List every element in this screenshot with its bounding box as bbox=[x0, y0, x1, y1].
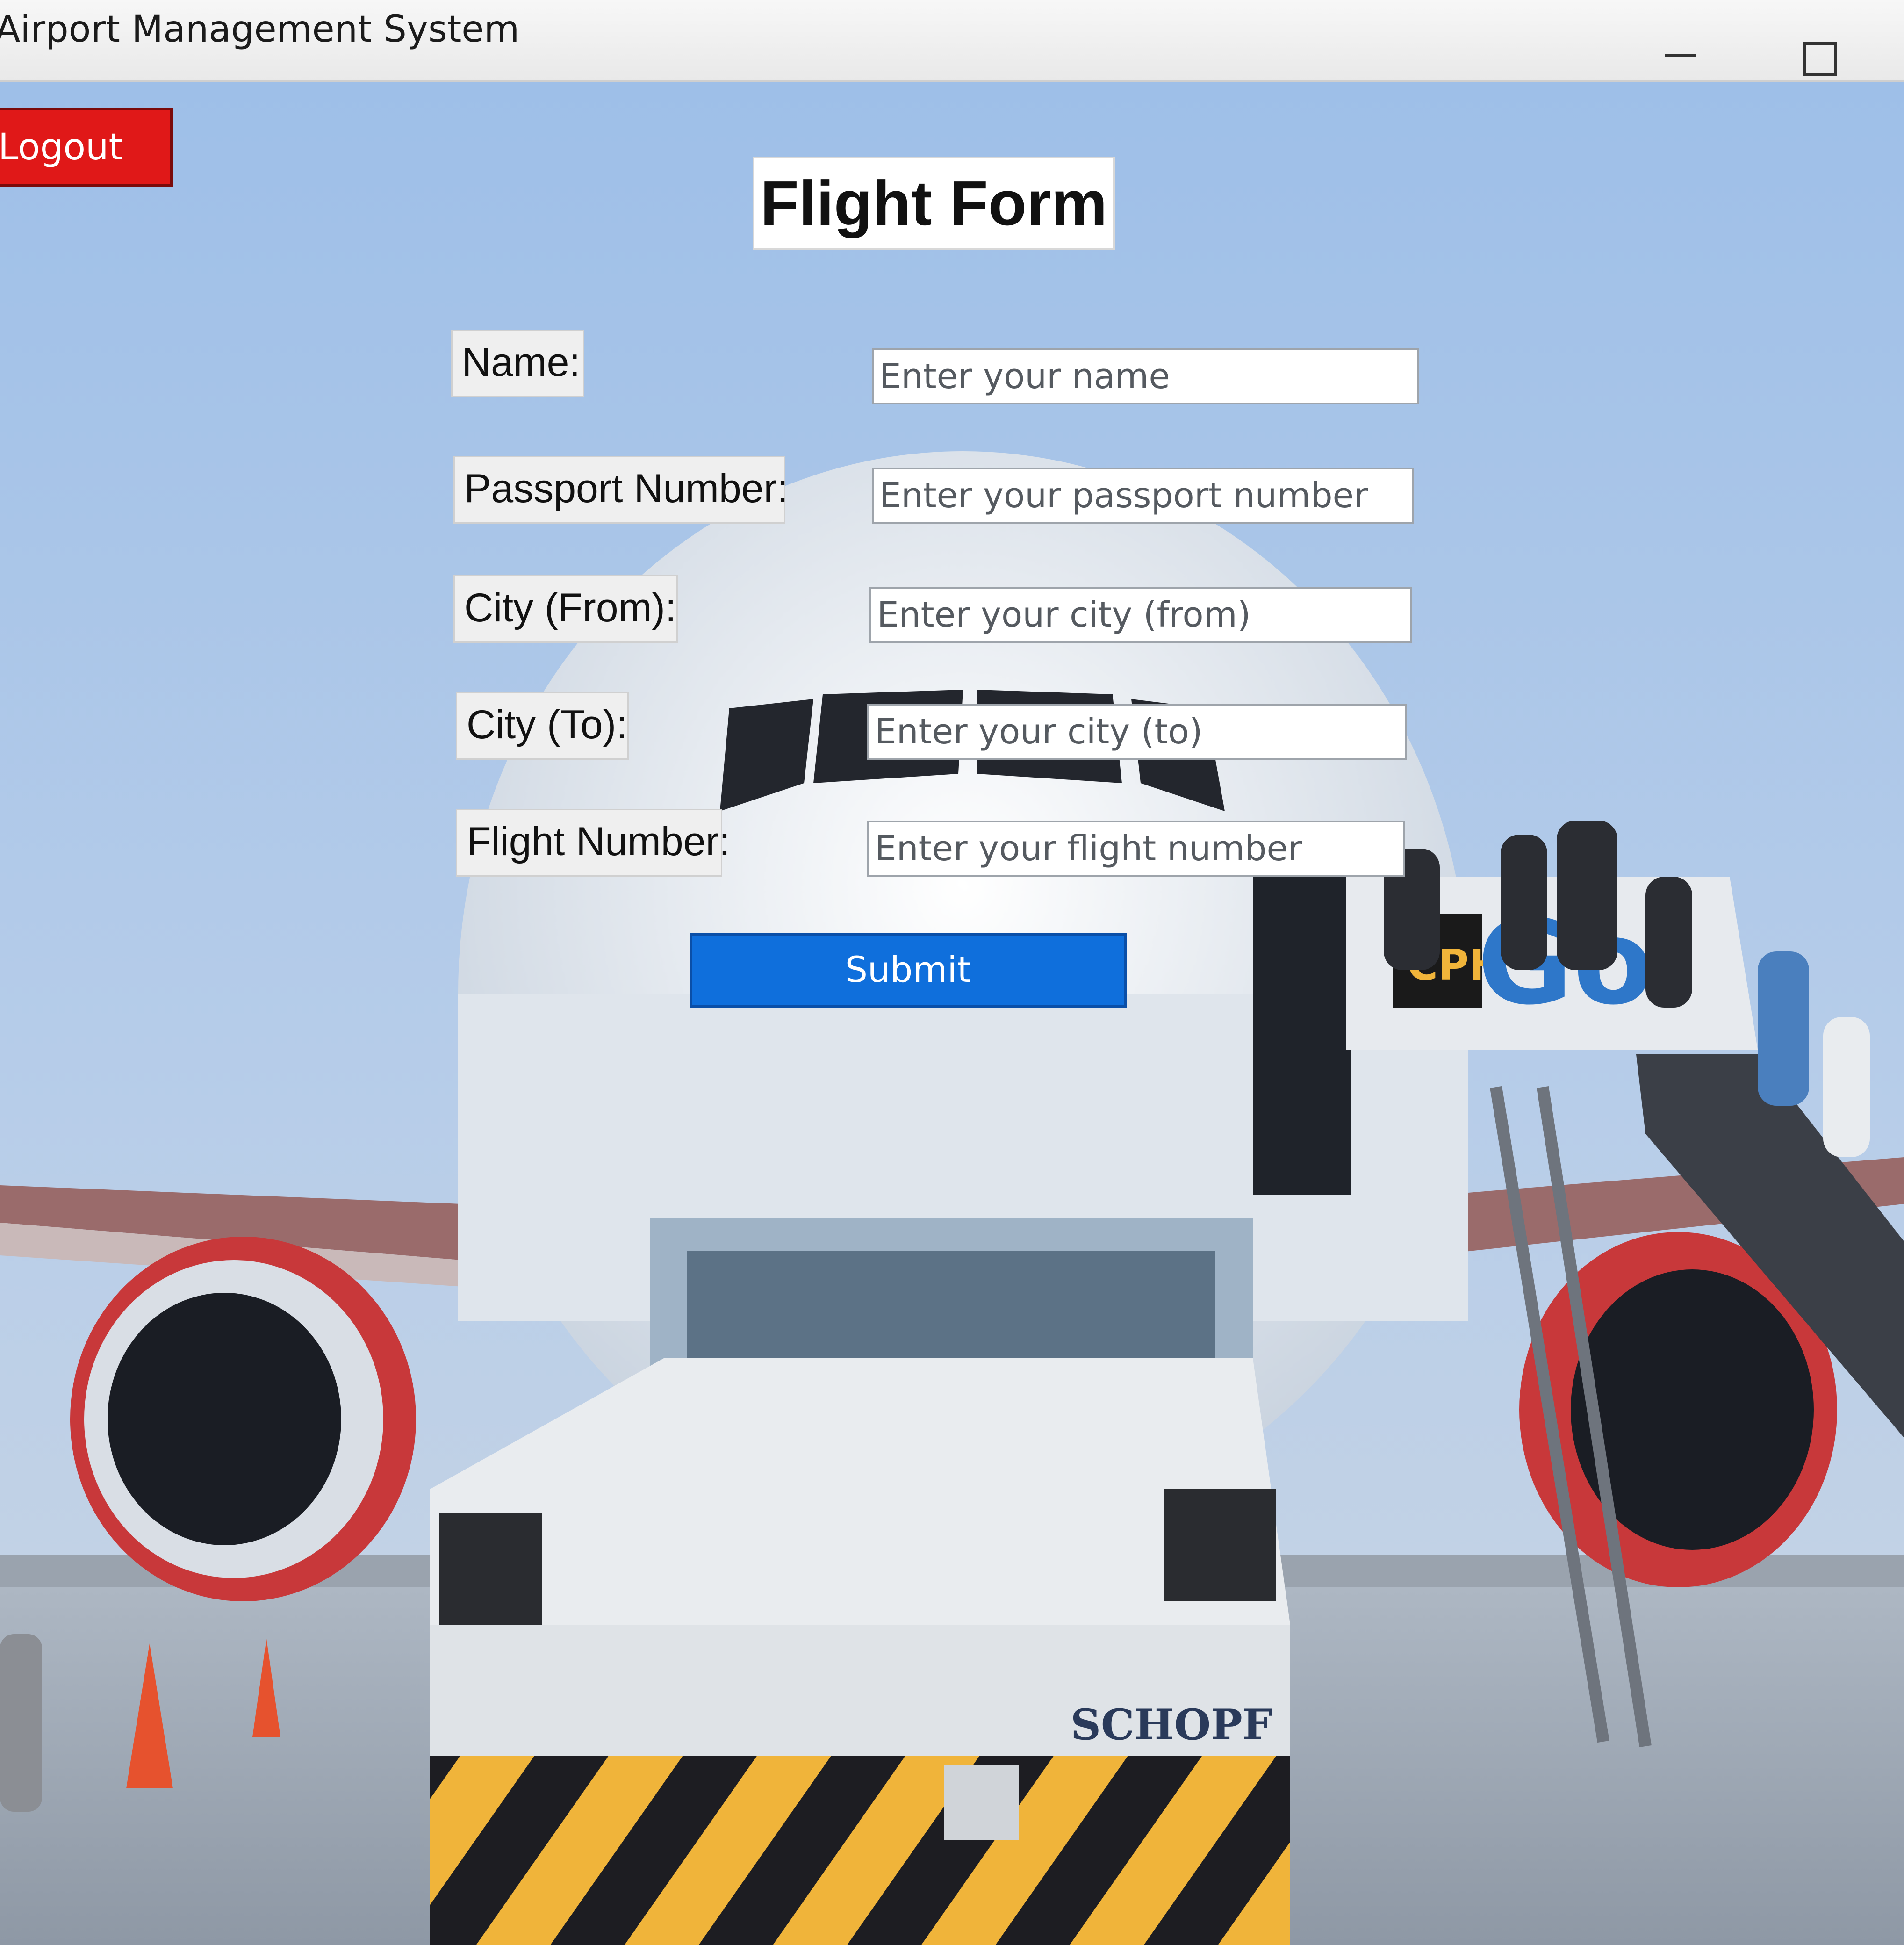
city-to-label: City (To): bbox=[456, 692, 629, 760]
title-bar: Airport Management System bbox=[0, 0, 1904, 82]
window-title: Airport Management System bbox=[0, 8, 520, 50]
form-title: Flight Form bbox=[753, 157, 1115, 250]
flight-number-label: Flight Number: bbox=[456, 809, 730, 877]
logout-button[interactable]: Logout bbox=[0, 108, 173, 187]
passport-number-label: Passport Number: bbox=[453, 456, 788, 524]
city-to-input[interactable] bbox=[867, 704, 1407, 760]
tug-brand-text: SCHOPF bbox=[1071, 1700, 1272, 1750]
name-label: Name: bbox=[451, 330, 584, 397]
minimize-icon[interactable] bbox=[1645, 19, 1716, 70]
main-content: CPH Go SCHOPF bbox=[0, 82, 1904, 1945]
app-window: Airport Management System CPH SCHOPF Log… bbox=[0, 0, 1904, 1945]
city-from-input[interactable] bbox=[869, 587, 1412, 643]
flight-number-input[interactable] bbox=[867, 821, 1405, 877]
submit-button[interactable]: Submit bbox=[690, 933, 1127, 1008]
maximize-icon[interactable] bbox=[1781, 19, 1851, 76]
city-from-label: City (From): bbox=[453, 575, 678, 643]
name-input[interactable] bbox=[872, 348, 1419, 404]
passport-number-input[interactable] bbox=[872, 468, 1414, 524]
